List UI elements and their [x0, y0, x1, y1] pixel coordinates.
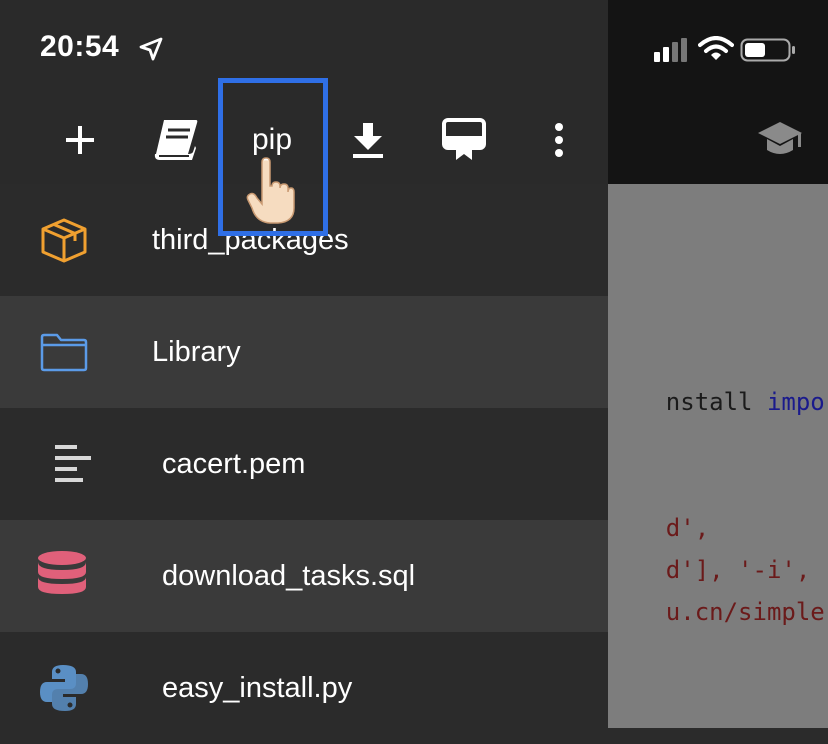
pointing-hand-icon — [246, 157, 295, 224]
location-arrow-icon — [139, 37, 163, 61]
battery-icon — [740, 38, 795, 62]
list-item[interactable]: cacert.pem — [0, 408, 608, 520]
add-button[interactable] — [60, 110, 100, 170]
code-editor[interactable]: nstall import d', d'], '-i', u.cn/simple… — [608, 184, 828, 728]
status-time: 20:54 — [40, 30, 120, 63]
book-icon — [154, 120, 198, 160]
file-name: Library — [152, 335, 241, 368]
download-icon — [353, 123, 383, 158]
graduation-cap-icon[interactable] — [756, 118, 804, 162]
more-vertical-icon — [555, 123, 563, 157]
documentation-button[interactable] — [150, 110, 202, 170]
package-icon — [36, 212, 92, 268]
file-name: cacert.pem — [162, 447, 306, 480]
list-item[interactable]: download_tasks.sql — [0, 520, 608, 632]
more-button[interactable] — [544, 110, 574, 170]
plus-icon — [66, 126, 94, 154]
wifi-icon — [698, 36, 734, 60]
folder-icon — [36, 324, 92, 380]
presentation-icon — [442, 118, 486, 160]
cellular-signal-icon — [654, 38, 687, 62]
code-line: u.cn/simple', — [665, 598, 828, 626]
file-name: easy_install.py — [162, 671, 353, 704]
present-button[interactable] — [440, 110, 488, 170]
download-button[interactable] — [348, 110, 388, 170]
python-icon — [36, 660, 92, 716]
file-name: download_tasks.sql — [162, 559, 416, 592]
text-file-icon — [44, 436, 100, 492]
code-line: nstall import — [665, 388, 828, 416]
list-item[interactable]: Library — [0, 296, 608, 408]
database-icon — [34, 548, 90, 604]
list-item[interactable]: easy_install.py — [0, 632, 608, 744]
